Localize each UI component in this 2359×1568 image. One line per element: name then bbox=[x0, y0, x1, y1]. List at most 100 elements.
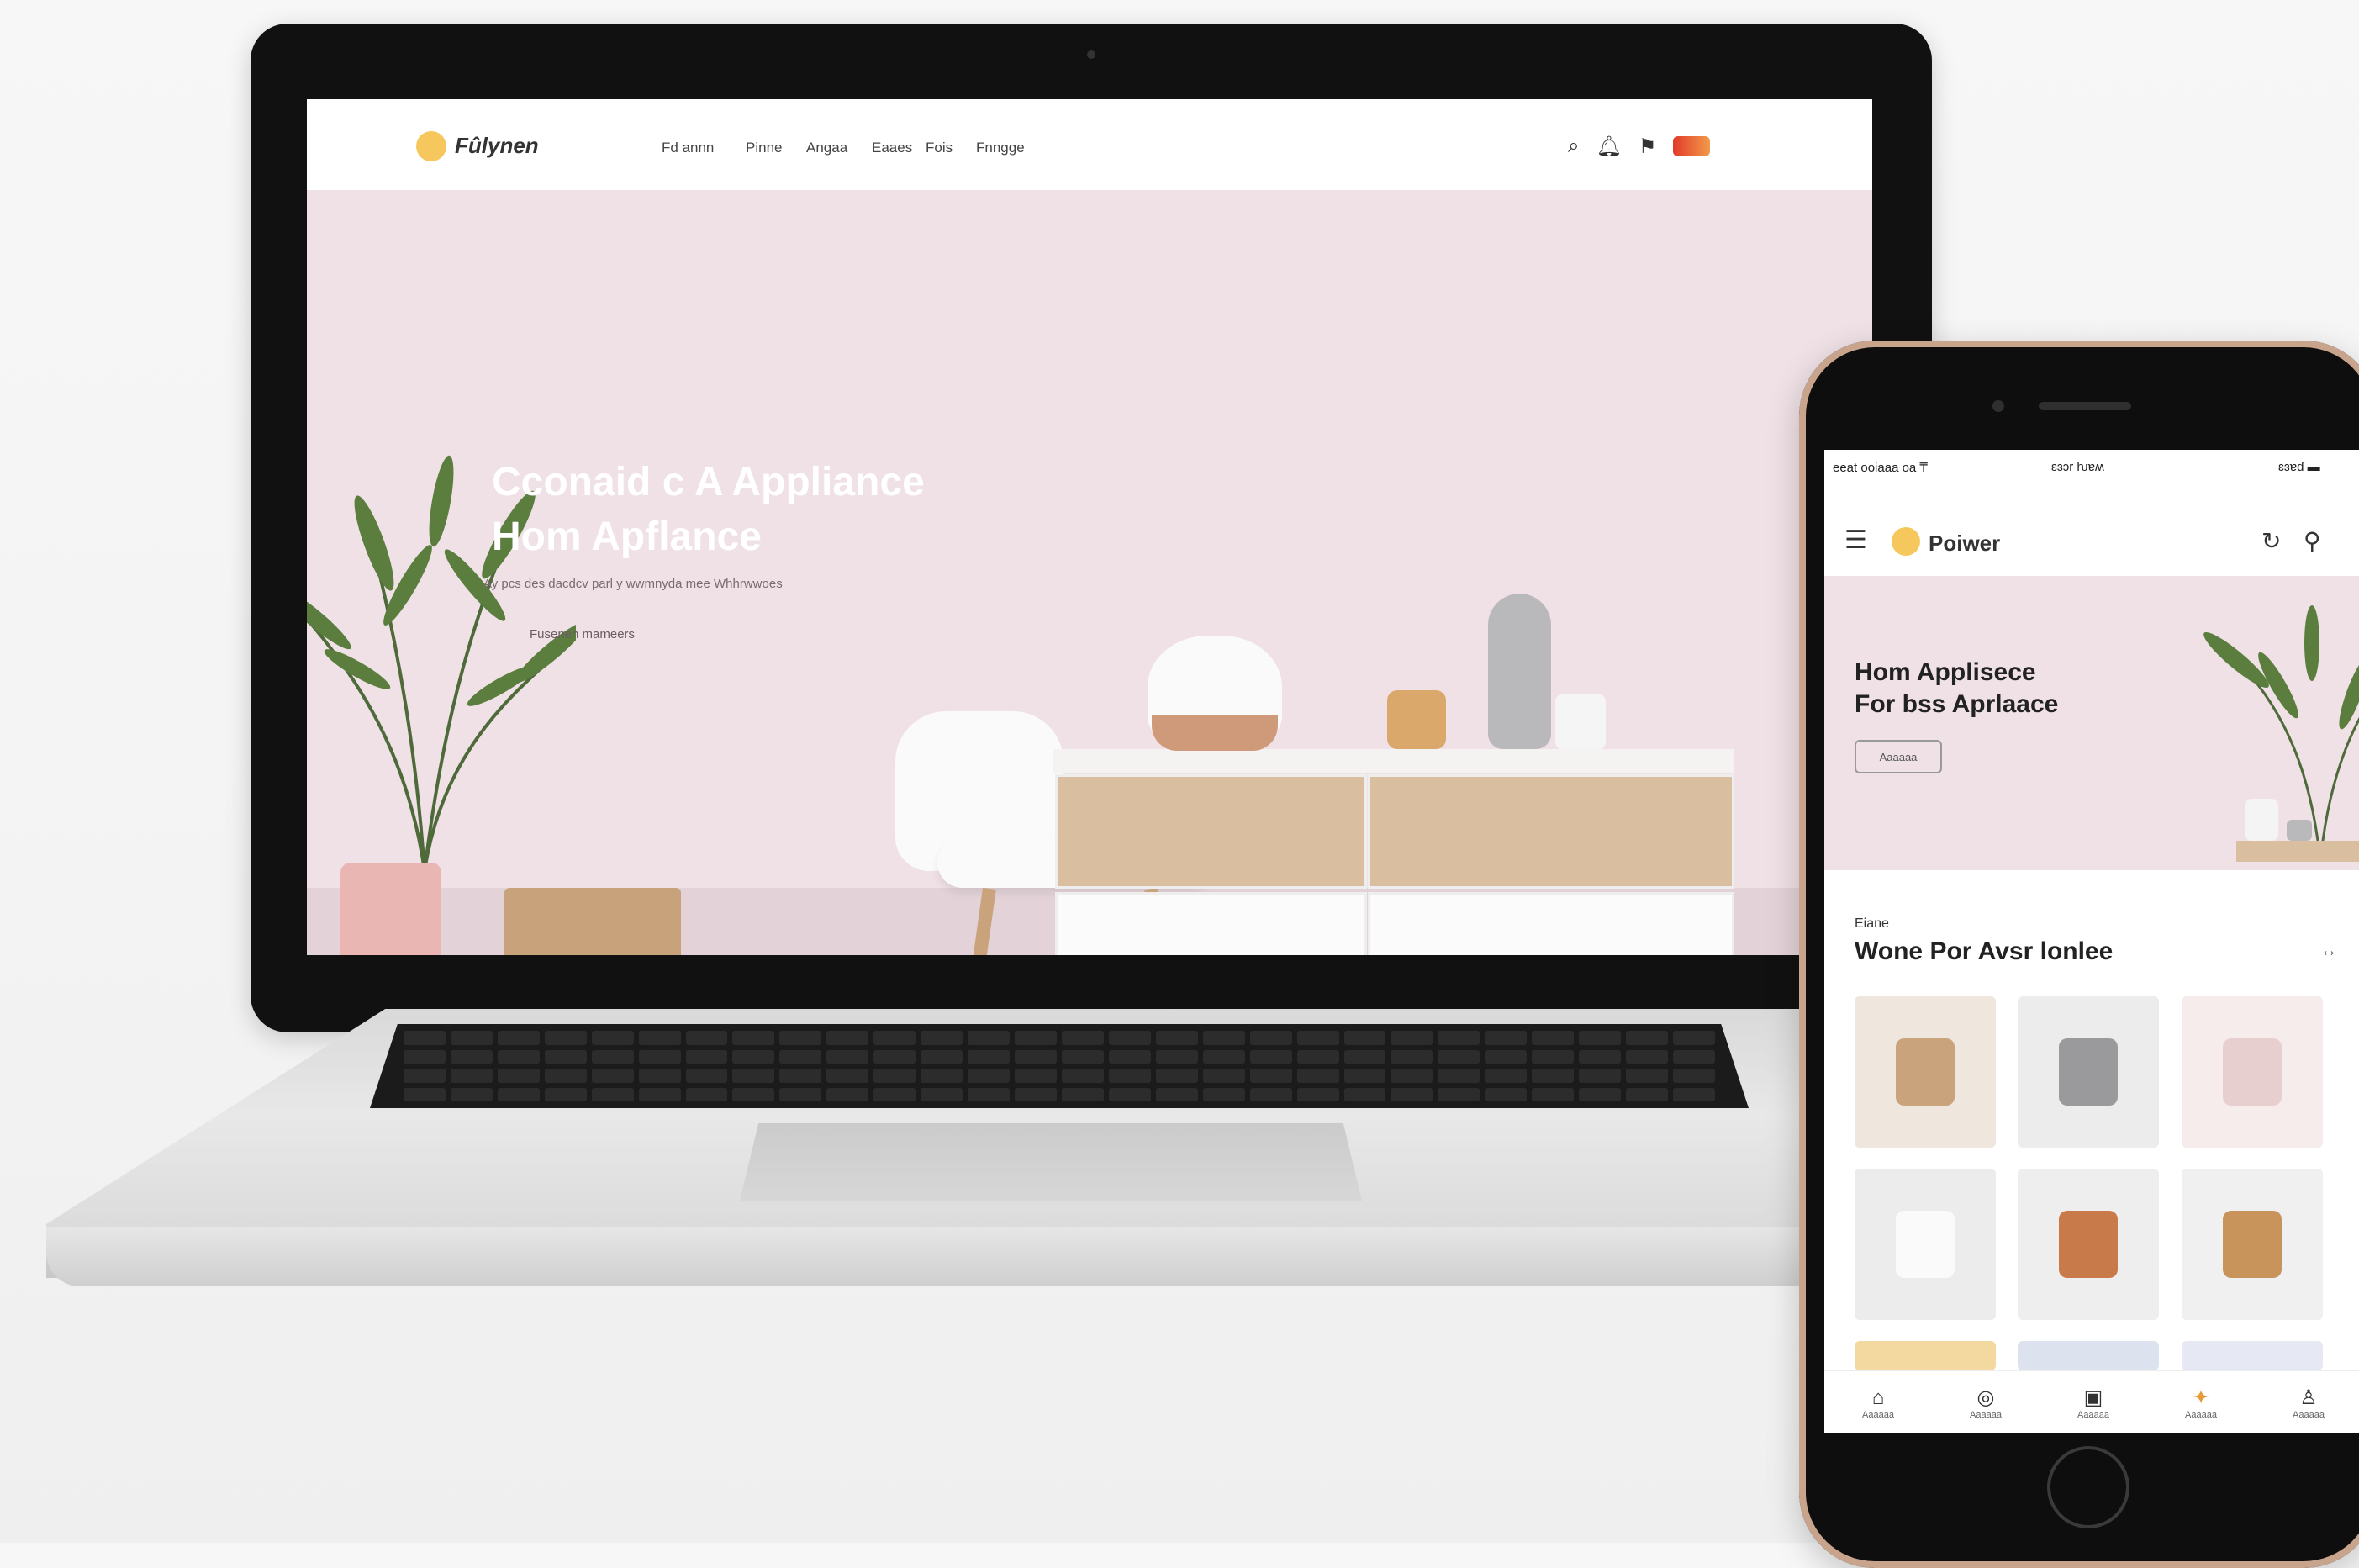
tab-browse[interactable]: ◎ Aaaaaa bbox=[1970, 1386, 2002, 1420]
site-hero: Cconaid c A Appliance Hom Apflance Ay pc… bbox=[307, 190, 1872, 955]
laptop-screen: Fûlynen Fd annn Pinne Angaa Eaaes Fois F… bbox=[307, 99, 1872, 955]
keyboard-key bbox=[1626, 1031, 1669, 1045]
site-brand[interactable]: Fûlynen bbox=[455, 133, 539, 159]
hero-subtitle: Ay pcs des dacdcv parl y wwmnyda mee Whh… bbox=[483, 577, 783, 591]
section-more-icon[interactable]: ↔ bbox=[2320, 942, 2337, 961]
keyboard-key bbox=[732, 1087, 775, 1101]
kettle-tile[interactable] bbox=[1855, 1169, 1996, 1320]
site-logo-icon[interactable] bbox=[416, 131, 446, 161]
profile-icon[interactable]: ⚲ bbox=[2304, 527, 2321, 555]
keyboard-key bbox=[1202, 1069, 1245, 1083]
phone-hero-title-line2: For bss Aprlaace bbox=[1855, 690, 2059, 718]
keyboard-key bbox=[497, 1031, 540, 1045]
phone-hero-button[interactable]: Aaaaaa bbox=[1855, 740, 1942, 773]
keyboard-key bbox=[968, 1031, 1011, 1045]
keyboard-key bbox=[1202, 1049, 1245, 1064]
tab-account[interactable]: ♙ Aaaaaa bbox=[2293, 1386, 2325, 1420]
keyboard-key bbox=[1249, 1031, 1292, 1045]
jug-base bbox=[1152, 715, 1278, 751]
product-tile-peek[interactable] bbox=[1855, 1341, 1996, 1370]
phone-hero-title-line1: Hom Applisece bbox=[1855, 658, 2036, 686]
box-tile[interactable] bbox=[2182, 1169, 2323, 1320]
phone-brand[interactable]: Poiwer bbox=[1929, 531, 2000, 557]
nav-link-3[interactable]: Angaa bbox=[806, 140, 847, 156]
bookmark-icon[interactable]: ⚑ bbox=[1639, 135, 1657, 159]
keyboard-key bbox=[779, 1031, 822, 1045]
dresser-drawer bbox=[1368, 892, 1734, 955]
laptop-trackpad bbox=[740, 1123, 1362, 1201]
product-tile-peek[interactable] bbox=[2018, 1341, 2159, 1370]
keyboard-key bbox=[1673, 1069, 1715, 1083]
nav-link-1[interactable]: Fd annn bbox=[662, 140, 714, 156]
keyboard-key bbox=[1673, 1049, 1715, 1064]
site-navbar: Fûlynen Fd annn Pinne Angaa Eaaes Fois F… bbox=[307, 99, 1872, 191]
tab-label: Aaaaaa bbox=[1970, 1410, 2002, 1420]
browse-icon: ◎ bbox=[1976, 1386, 1995, 1409]
keyboard-key bbox=[544, 1087, 587, 1101]
tab-home[interactable]: ⌂ Aaaaaa bbox=[1862, 1386, 1894, 1420]
keyboard-key bbox=[1015, 1069, 1057, 1083]
keyboard-key bbox=[1343, 1087, 1386, 1101]
phone-home-button[interactable] bbox=[2047, 1446, 2129, 1528]
laptop-camera bbox=[1087, 50, 1095, 59]
hero-cta-link[interactable]: Fusenen mameers bbox=[530, 627, 635, 641]
keyboard-key bbox=[1015, 1049, 1057, 1064]
keyboard-key bbox=[1108, 1069, 1151, 1083]
white-cup bbox=[1555, 694, 1606, 749]
keyboard-key bbox=[1391, 1031, 1433, 1045]
offers-icon: ✦ bbox=[2192, 1386, 2210, 1409]
tab-bar: ⌂ Aaaaaa ◎ Aaaaaa ▣ Aaaaaa ✦ Aaaaaa ♙ Aaaaaa bbox=[1824, 1370, 2359, 1433]
chair-tile[interactable] bbox=[2018, 996, 2159, 1148]
phone-speaker bbox=[2039, 402, 2131, 410]
keyboard-key bbox=[779, 1049, 822, 1064]
wooden-box bbox=[504, 888, 681, 955]
keyboard-key bbox=[638, 1031, 681, 1045]
refresh-icon[interactable]: ↻ bbox=[2261, 527, 2281, 555]
keyboard-key bbox=[1532, 1049, 1575, 1064]
plant-tile[interactable] bbox=[1855, 996, 1996, 1148]
phone-logo-icon[interactable] bbox=[1892, 527, 1920, 556]
flag-icon[interactable] bbox=[1673, 136, 1711, 156]
keyboard-key bbox=[1391, 1069, 1433, 1083]
keyboard-key bbox=[1532, 1069, 1575, 1083]
pink-chair-tile[interactable] bbox=[2182, 996, 2323, 1148]
keyboard-key bbox=[1391, 1049, 1433, 1064]
product-tile-peek[interactable] bbox=[2182, 1341, 2323, 1370]
tab-offers[interactable]: ✦ Aaaaaa bbox=[2185, 1386, 2217, 1420]
keyboard-key bbox=[873, 1031, 916, 1045]
keyboard-key bbox=[685, 1069, 728, 1083]
keyboard-key bbox=[1532, 1031, 1575, 1045]
keyboard-key bbox=[1061, 1069, 1104, 1083]
keyboard-key bbox=[826, 1069, 869, 1083]
product-image bbox=[2059, 1211, 2118, 1278]
nav-link-6[interactable]: Fnngge bbox=[976, 140, 1025, 156]
section-title: Wone Por Avsr lonlee bbox=[1855, 937, 2114, 965]
mug-tile[interactable] bbox=[2018, 1169, 2159, 1320]
bell-icon[interactable]: 🔔︎ bbox=[1596, 135, 1621, 159]
search-icon[interactable]: ⌕ bbox=[1568, 135, 1579, 158]
keyboard-key bbox=[450, 1049, 493, 1064]
nav-link-4[interactable]: Eaaes bbox=[872, 140, 912, 156]
tab-label: Aaaaaa bbox=[2293, 1410, 2325, 1420]
keyboard-key bbox=[638, 1087, 681, 1101]
keyboard-key bbox=[1296, 1049, 1339, 1064]
keyboard-key bbox=[1155, 1087, 1198, 1101]
keyboard-key bbox=[1579, 1031, 1622, 1045]
keyboard-key bbox=[968, 1069, 1011, 1083]
keyboard-key bbox=[1579, 1087, 1622, 1101]
product-image bbox=[2059, 1038, 2118, 1106]
keyboard-key bbox=[450, 1031, 493, 1045]
keyboard-key bbox=[873, 1087, 916, 1101]
menu-icon[interactable]: ☰ bbox=[1844, 525, 1867, 555]
keyboard-key bbox=[450, 1069, 493, 1083]
keyboard-key bbox=[1391, 1087, 1433, 1101]
keyboard-key bbox=[1108, 1087, 1151, 1101]
keyboard-key bbox=[1202, 1031, 1245, 1045]
keyboard-key bbox=[921, 1069, 963, 1083]
nav-link-2[interactable]: Pinne bbox=[746, 140, 782, 156]
nav-link-5[interactable]: Fois bbox=[926, 140, 953, 156]
keyboard-key bbox=[544, 1069, 587, 1083]
keyboard-key bbox=[1061, 1087, 1104, 1101]
tab-search[interactable]: ▣ Aaaaaa bbox=[2077, 1386, 2109, 1420]
keyboard-key bbox=[873, 1069, 916, 1083]
